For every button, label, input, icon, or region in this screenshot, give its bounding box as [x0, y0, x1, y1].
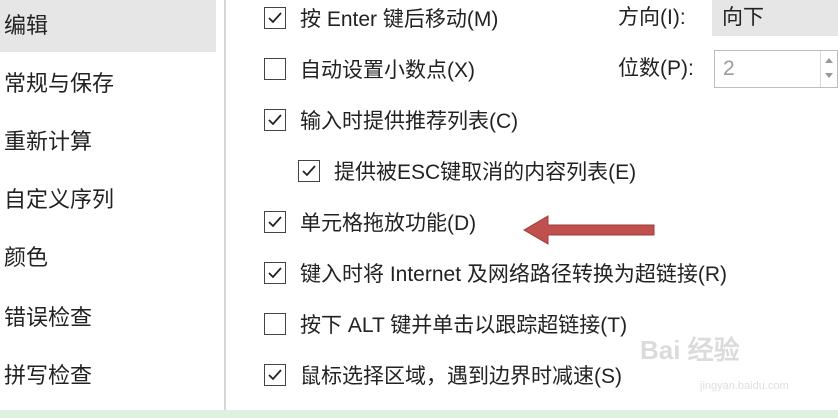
watermark-url: jingyan.baidu.com [700, 380, 789, 392]
option-suggest-list[interactable]: 输入时提供推荐列表(C) [264, 102, 518, 138]
checkbox-alt-click-link[interactable] [264, 313, 286, 335]
option-label: 自动设置小数点(X) [300, 59, 475, 82]
option-label: 提供被ESC键取消的内容列表(E) [334, 161, 637, 184]
option-label: 按下 ALT 键并单击以跟踪超链接(T) [300, 314, 628, 337]
watermark-logo: Bai 经验 [640, 335, 740, 365]
options-dialog: 编辑 常规与保存 重新计算 自定义序列 颜色 错误检查 拼写检查 按 Enter… [0, 0, 838, 410]
bottom-strip [0, 410, 838, 418]
option-label: 鼠标选择区域，遇到边界时减速(S) [300, 365, 622, 388]
option-auto-hyperlink[interactable]: 键入时将 Internet 及网络路径转换为超链接(R) [264, 255, 727, 291]
option-alt-click-link[interactable]: 按下 ALT 键并单击以跟踪超链接(T) [264, 306, 627, 342]
option-move-after-enter[interactable]: 按 Enter 键后移动(M) [264, 0, 498, 36]
option-auto-decimal[interactable]: 自动设置小数点(X) [264, 51, 475, 87]
annotation-arrow-icon [523, 215, 655, 245]
option-label: 键入时将 Internet 及网络路径转换为超链接(R) [300, 263, 728, 286]
sidebar-item-color[interactable]: 颜色 [0, 232, 216, 284]
checkmark-icon [268, 114, 282, 126]
checkbox-mouse-slowdown[interactable] [264, 364, 286, 386]
places-spinner[interactable]: 2 [714, 50, 838, 88]
option-mouse-slowdown[interactable]: 鼠标选择区域，遇到边界时减速(S) [264, 357, 622, 393]
sidebar-item-error-check[interactable]: 错误检查 [0, 292, 216, 344]
option-label: 按 Enter 键后移动(M) [300, 8, 499, 31]
sidebar-item-custom-lists[interactable]: 自定义序列 [0, 174, 216, 226]
sidebar-item-general-save[interactable]: 常规与保存 [0, 58, 216, 110]
checkmark-icon [268, 12, 282, 24]
spinner-buttons[interactable] [820, 51, 837, 87]
option-esc-list[interactable]: 提供被ESC键取消的内容列表(E) [298, 153, 636, 189]
places-label: 位数(P): [618, 57, 694, 80]
option-label: 输入时提供推荐列表(C) [300, 110, 519, 133]
sidebar-item-recalculate[interactable]: 重新计算 [0, 116, 216, 168]
checkmark-icon [268, 267, 282, 279]
sidebar: 编辑 常规与保存 重新计算 自定义序列 颜色 错误检查 拼写检查 [0, 0, 218, 410]
direction-label: 方向(I): [618, 6, 686, 29]
option-label: 单元格拖放功能(D) [300, 212, 477, 235]
places-value: 2 [723, 57, 735, 80]
checkbox-auto-hyperlink[interactable] [264, 262, 286, 284]
checkmark-icon [268, 369, 282, 381]
checkbox-move-after-enter[interactable] [264, 7, 286, 29]
checkbox-auto-decimal[interactable] [264, 58, 286, 80]
checkmark-icon [268, 216, 282, 228]
sidebar-item-edit[interactable]: 编辑 [0, 0, 216, 52]
spinner-arrows-icon [825, 58, 833, 78]
option-drag-drop[interactable]: 单元格拖放功能(D) [264, 204, 476, 240]
checkbox-suggest-list[interactable] [264, 109, 286, 131]
direction-select[interactable]: 向下 [712, 0, 838, 36]
sidebar-item-spell-check[interactable]: 拼写检查 [0, 350, 216, 402]
checkbox-drag-drop[interactable] [264, 211, 286, 233]
panel-divider [224, 0, 226, 410]
checkmark-icon [302, 165, 316, 177]
checkbox-esc-list[interactable] [298, 160, 320, 182]
